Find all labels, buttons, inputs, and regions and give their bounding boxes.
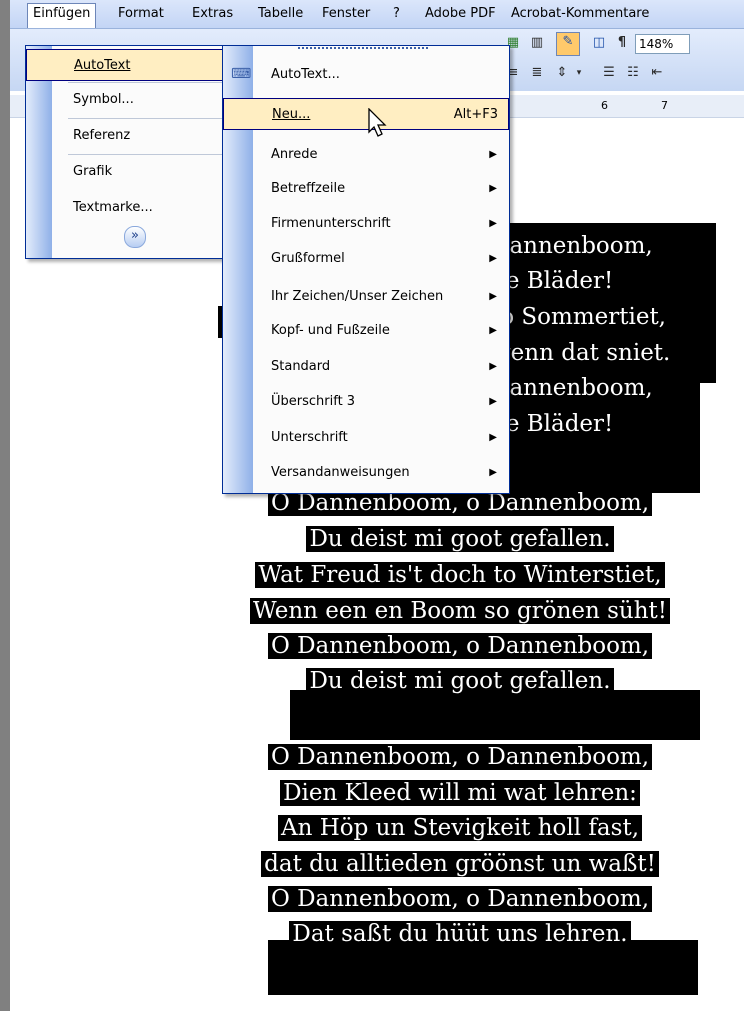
submenu-arrow-icon: ▶	[489, 291, 497, 302]
poem-line: dat du alltieden gröönst un waßt!	[210, 851, 710, 877]
paragraph-mark-icon[interactable]: ¶	[613, 34, 631, 52]
poem-line: wenn dat sniet.	[488, 340, 718, 366]
poem-line: Wat Freud is't doch to Winterstiet,	[210, 562, 710, 588]
poem-line: Dat saßt du hüüt uns lehren.	[210, 921, 710, 947]
menu-separator	[68, 82, 244, 83]
indent-icon[interactable]: ⇤	[648, 64, 666, 82]
insert-menu: AutoText▶ Symbol... Referenz▶ Grafik▶ Te…	[25, 45, 249, 259]
submenu-item-unterschrift[interactable]: Unterschrift ▶	[223, 423, 509, 452]
submenu-item-ueberschrift-3[interactable]: Überschrift 3 ▶	[223, 387, 509, 416]
ruler-mark: 7	[661, 99, 668, 112]
submenu-item-neu[interactable]: Neu... Alt+F3	[223, 98, 509, 130]
submenu-item-standard[interactable]: Standard ▶	[223, 352, 509, 381]
document-map-icon[interactable]: ◫	[590, 34, 608, 52]
menu-fenster[interactable]: Fenster	[317, 4, 375, 24]
line-spacing-icon[interactable]: ⇕	[553, 64, 571, 82]
submenu-arrow-icon: ▶	[489, 149, 497, 160]
numbering-icon[interactable]: ☰	[600, 64, 618, 82]
poem-line: ne Bläder!	[488, 268, 718, 294]
submenu-arrow-icon: ▶	[489, 432, 497, 443]
menu-separator	[68, 154, 244, 155]
submenu-arrow-icon: ▶	[489, 396, 497, 407]
ruler-mark: 6	[601, 99, 608, 112]
selection-highlight	[268, 940, 698, 995]
mouse-pointer-icon	[368, 108, 387, 137]
menu-item-textmarke[interactable]: Textmarke...	[26, 192, 248, 224]
chevron-down-icon[interactable]: ▾	[570, 64, 588, 82]
menu-item-grafik[interactable]: Grafik▶	[26, 156, 248, 188]
poem-line: ne Bläder!	[488, 411, 718, 437]
menu-bar: Einfügen Format Extras Tabelle Fenster ?…	[10, 0, 744, 29]
submenu-item-firmenunterschrift[interactable]: Firmenunterschrift ▶	[223, 209, 509, 238]
selection-highlight	[290, 690, 700, 740]
drawing-icon[interactable]: ✎	[556, 32, 580, 56]
poem-line: Du deist mi goot gefallen.	[210, 668, 710, 694]
submenu-arrow-icon: ▶	[489, 467, 497, 478]
menu-format[interactable]: Format	[113, 4, 169, 24]
menu-tabelle[interactable]: Tabelle	[253, 4, 308, 24]
submenu-arrow-icon: ▶	[489, 325, 497, 336]
submenu-arrow-icon: ▶	[489, 183, 497, 194]
menu-item-symbol[interactable]: Symbol...	[26, 84, 248, 116]
zoom-box[interactable]: 148%	[635, 34, 690, 54]
submenu-item-autotext[interactable]: ⌨ AutoText...	[223, 60, 509, 89]
expand-chevron-icon[interactable]: »	[124, 226, 146, 248]
poem-line: Du deist mi goot gefallen.	[210, 526, 710, 552]
columns-icon[interactable]: ▥	[528, 34, 546, 52]
menu-item-referenz[interactable]: Referenz▶	[26, 120, 248, 152]
submenu-item-versandanweisungen[interactable]: Versandanweisungen ▶	[223, 458, 509, 487]
menu-acrobat-kommentare[interactable]: Acrobat-Kommentare	[506, 4, 654, 24]
submenu-arrow-icon: ▶	[489, 253, 497, 264]
submenu-item-grussformel[interactable]: Grußformel ▶	[223, 244, 509, 273]
menu-einfuegen[interactable]: Einfügen	[27, 3, 97, 28]
poem-line: O Dannenboom, o Dannenboom,	[210, 633, 710, 659]
poem-line: O Dannenboom, o Dannenboom,	[210, 744, 710, 770]
poem-line: Dannenboom,	[488, 233, 718, 259]
poem-line: Wenn een en Boom so grönen süht!	[210, 598, 710, 624]
menu-adobe-pdf[interactable]: Adobe PDF	[420, 4, 501, 24]
justify-icon[interactable]: ≣	[528, 64, 546, 82]
bullets-icon[interactable]: ☷	[624, 64, 642, 82]
menu-separator	[68, 118, 244, 119]
submenu-arrow-icon: ▶	[489, 218, 497, 229]
poem-line: Dannenboom,	[488, 375, 718, 401]
autotext-submenu: ⌨ AutoText... Neu... Alt+F3 Anrede ▶ Betr…	[222, 45, 510, 494]
poem-line: to Sommertiet,	[488, 304, 718, 330]
drag-handle[interactable]	[298, 47, 428, 54]
poem-line: O Dannenboom, o Dannenboom,	[210, 886, 710, 912]
poem-line: An Höp un Stevigkeit holl fast,	[210, 815, 710, 841]
word-window: Einfügen Format Extras Tabelle Fenster ?…	[10, 0, 744, 1011]
submenu-item-anrede[interactable]: Anrede ▶	[223, 140, 509, 169]
menu-help[interactable]: ?	[388, 4, 405, 24]
submenu-arrow-icon: ▶	[489, 361, 497, 372]
autotext-keyboard-icon: ⌨	[231, 66, 252, 82]
submenu-item-ihr-zeichen[interactable]: Ihr Zeichen/Unser Zeichen ▶	[223, 282, 509, 311]
submenu-item-betreffzeile[interactable]: Betreffzeile ▶	[223, 174, 509, 203]
submenu-item-kopf-fusszeile[interactable]: Kopf- und Fußzeile ▶	[223, 316, 509, 345]
menu-extras[interactable]: Extras	[187, 4, 238, 24]
menu-item-autotext[interactable]: AutoText▶	[26, 49, 248, 81]
poem-line: Dien Kleed will mi wat lehren:	[210, 780, 710, 806]
